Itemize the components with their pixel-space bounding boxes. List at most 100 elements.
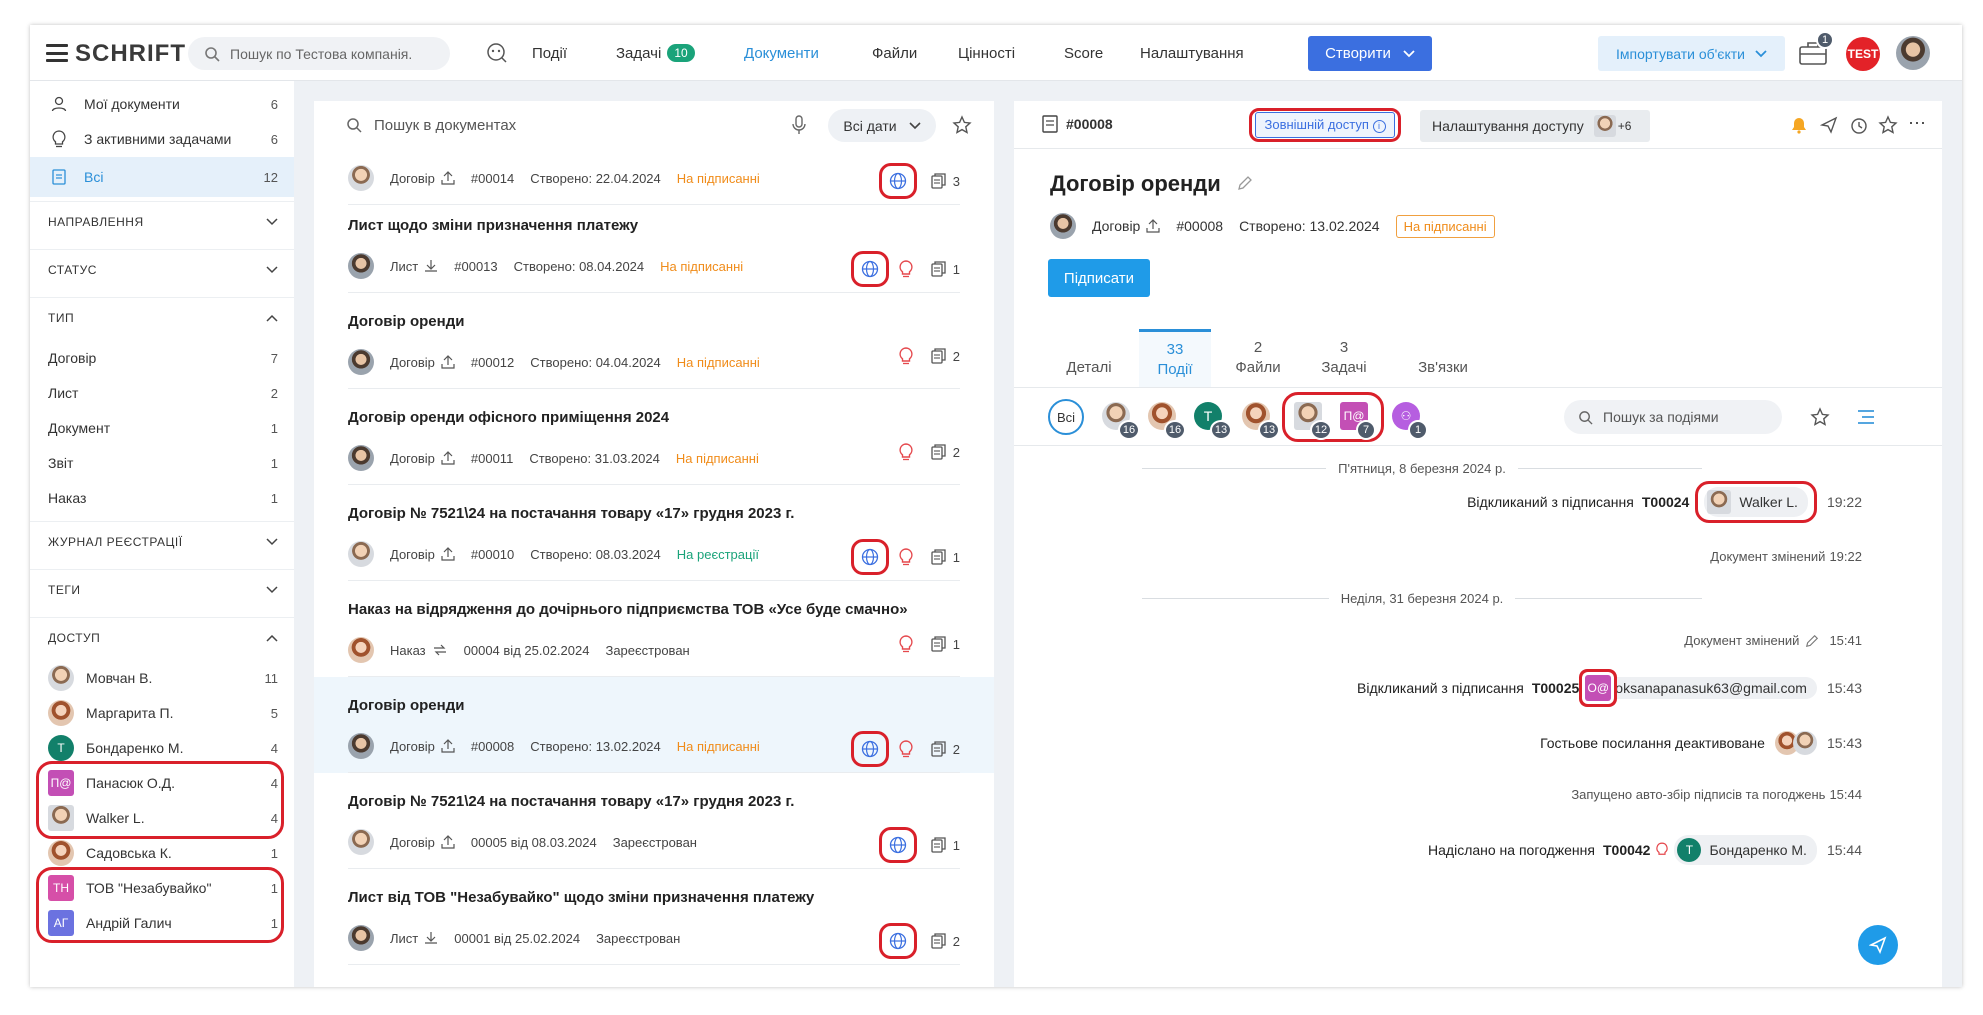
nav-events[interactable]: Події (532, 25, 567, 81)
bulb-icon (899, 347, 913, 365)
nav-files[interactable]: Файли (872, 25, 917, 81)
filter-all-button[interactable]: Всі (1048, 399, 1084, 435)
document-list-item[interactable]: Лист від ТОВ "Незабувайко" щодо зміни пр… (314, 869, 994, 965)
document-list-item[interactable]: Договір № 7521\24 на постачання товару «… (314, 485, 994, 581)
section-label: НАПРАВЛЕННЯ (48, 214, 144, 229)
nav-values-label: Цінності (958, 44, 1016, 62)
document-list-item[interactable]: Наказ на відрядження до дочірнього підпр… (314, 581, 994, 677)
doc-type: Договір (1092, 218, 1141, 234)
document-list-item[interactable]: Договір оренди Договір #00008 Створено: 13.… (314, 677, 994, 773)
avatar (1792, 731, 1817, 755)
avatar (48, 700, 74, 726)
sign-button-label: Підписати (1063, 269, 1135, 287)
event-text: Відкликаний з підписання (1357, 680, 1524, 696)
task-code[interactable]: T00024 (1642, 494, 1689, 510)
sidebar-type-order[interactable]: Наказ 1 (30, 481, 294, 515)
external-access-button[interactable]: Зовнішній доступ i (1249, 108, 1401, 142)
access-item[interactable]: Т Бондаренко М. 4 (30, 731, 294, 765)
event-time: 19:22 (1826, 494, 1862, 510)
nav-files-label: Файли (872, 44, 918, 62)
nav-score[interactable]: Score (1064, 25, 1103, 81)
section-journal[interactable]: ЖУРНАЛ РЕЄСТРАЦІЇ (30, 521, 294, 561)
alarm-clock-icon[interactable] (1850, 115, 1868, 135)
author-avatar (348, 445, 374, 471)
import-objects-button[interactable]: Імпортувати об'єкти (1598, 36, 1785, 71)
access-settings-button[interactable]: Налаштування доступу +6 (1420, 110, 1650, 142)
section-status[interactable]: СТАТУС (30, 249, 294, 289)
document-list-item[interactable]: Договір № 7521\24 на постачання товару «… (314, 773, 994, 869)
access-item[interactable]: Садовська К. 1 (30, 836, 294, 870)
event-text: Надіслано на погодження (1428, 842, 1595, 858)
doc-number: #00012 (470, 354, 515, 370)
nav-documents-label: Документи (744, 44, 819, 62)
global-search-input[interactable]: Пошук по Тестова компанія. (188, 37, 450, 70)
section-type[interactable]: ТИП (30, 297, 294, 337)
task-code[interactable]: T00025 (1532, 680, 1579, 696)
sidebar: Мої документи 6 З активними задачами 6 В… (30, 81, 294, 987)
globe-icon[interactable] (878, 163, 917, 199)
more-icon[interactable]: ⋯ (1908, 113, 1926, 134)
author-avatar (348, 733, 374, 759)
globe-icon[interactable] (850, 251, 889, 287)
briefcase-button[interactable]: 1 (1798, 31, 1834, 70)
author-avatar (1050, 213, 1076, 239)
user-chip[interactable]: Walker L. (1704, 487, 1808, 517)
sidebar-item-active-tasks[interactable]: З активними задачами 6 (30, 122, 294, 156)
status-badge: Зареєстрован (612, 834, 697, 850)
sidebar-type-letter[interactable]: Лист 2 (30, 376, 294, 410)
menu-icon[interactable] (46, 44, 68, 62)
document-list-item[interactable]: Договір оренди Договір #00012 Створено: 04.… (314, 293, 994, 389)
send-message-button[interactable] (1858, 925, 1898, 965)
user-chip[interactable]: Т Бондаренко М. (1674, 835, 1817, 865)
list-filter-icon[interactable] (1856, 408, 1876, 426)
star-icon[interactable] (1810, 407, 1830, 427)
send-icon[interactable] (1820, 116, 1838, 134)
assistant-icon[interactable] (485, 41, 509, 68)
task-code[interactable]: T00042 (1603, 842, 1650, 858)
tab-details[interactable]: Деталі (1050, 329, 1128, 387)
pencil-icon[interactable] (1237, 175, 1253, 191)
day-separator-label: П'ятниця, 8 березня 2024 р. (1338, 461, 1506, 476)
tab-events[interactable]: 33 Події (1139, 329, 1211, 387)
globe-icon[interactable] (850, 539, 889, 575)
event-time: 15:44 (1826, 842, 1862, 858)
document-list-item[interactable]: Лист щодо зміни призначення платежу Лист #… (314, 197, 994, 293)
access-item[interactable]: Маргарита П. 5 (30, 696, 294, 730)
sign-button[interactable]: Підписати (1048, 259, 1150, 297)
chevron-down-icon (266, 217, 278, 225)
tab-links[interactable]: Зв'язки (1398, 329, 1488, 387)
nav-tasks[interactable]: Задачі 10 (616, 25, 695, 81)
section-tags[interactable]: ТЕГИ (30, 569, 294, 609)
globe-icon[interactable] (878, 923, 917, 959)
globe-icon[interactable] (850, 731, 889, 767)
user-avatar[interactable] (1896, 36, 1930, 70)
tab-tasks[interactable]: 3 Задачі (1306, 329, 1382, 387)
sidebar-item-all[interactable]: Всі 12 (30, 157, 294, 197)
bell-icon[interactable] (1790, 116, 1808, 134)
sidebar-type-report[interactable]: Звіт 1 (30, 446, 294, 480)
app-logo[interactable]: SCHRIFT (75, 40, 186, 68)
files-icon (931, 444, 947, 460)
document-list-item[interactable]: Договір оренди офісного приміщення 2024 Д… (314, 389, 994, 485)
filter-count: 13 (1258, 420, 1280, 440)
company-logo[interactable]: TEST (1846, 37, 1880, 71)
nav-values[interactable]: Цінності (958, 25, 1015, 81)
create-button[interactable]: Створити (1308, 36, 1432, 71)
sidebar-item-my-documents[interactable]: Мої документи 6 (30, 87, 294, 121)
sidebar-type-contract[interactable]: Договір 7 (30, 341, 294, 375)
sidebar-type-document[interactable]: Документ 1 (30, 411, 294, 445)
tab-files[interactable]: 2 Файли (1220, 329, 1296, 387)
access-item[interactable]: Мовчан В. 11 (30, 661, 294, 695)
user-chip[interactable]: oksanapanasuk63@gmail.com (1605, 677, 1817, 699)
section-access[interactable]: ДОСТУП (30, 617, 294, 657)
doc-type: Договір (390, 450, 435, 466)
search-icon (205, 46, 220, 62)
section-direction[interactable]: НАПРАВЛЕННЯ (30, 201, 294, 241)
top-bar: SCHRIFT Пошук по Тестова компанія. Події… (30, 25, 1962, 81)
document-list-item[interactable]: Договір #00014 Створено: 22.04.2024 На підп… (314, 109, 994, 205)
events-search-input[interactable]: Пошук за подіями (1564, 400, 1782, 434)
nav-settings[interactable]: Налаштування (1140, 25, 1244, 81)
star-icon[interactable] (1878, 115, 1898, 135)
nav-documents[interactable]: Документи (732, 25, 831, 81)
globe-icon[interactable] (878, 827, 917, 863)
